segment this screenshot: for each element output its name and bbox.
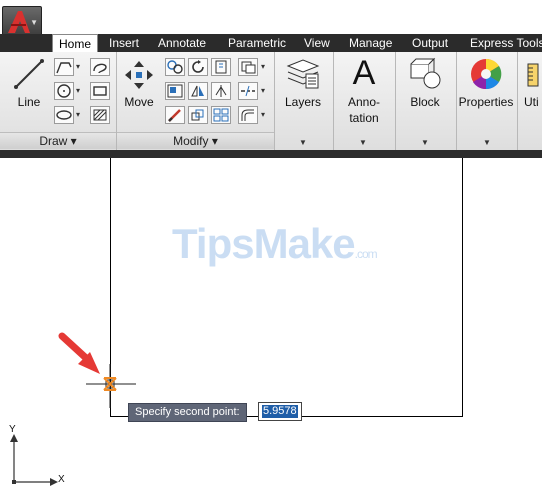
offset-icon[interactable] <box>238 106 258 124</box>
annotation-label[interactable]: Anno- <box>340 95 388 109</box>
spline-icon[interactable] <box>90 58 110 76</box>
command-prompt-tooltip: Specify second point: <box>128 403 247 422</box>
polyline-icon[interactable] <box>54 58 74 76</box>
chevron-down-icon[interactable]: ▾ <box>76 86 80 95</box>
properties-icon[interactable] <box>468 56 504 92</box>
explode-icon[interactable] <box>238 82 258 100</box>
chevron-down-icon[interactable]: ▾ <box>261 86 265 95</box>
watermark-text: TipsMake <box>172 220 356 267</box>
hatch-icon[interactable] <box>90 106 110 124</box>
viewport-header-strip <box>0 150 542 158</box>
modify-panel-title[interactable]: Modify ▾ <box>117 132 274 149</box>
properties-label[interactable]: Properties <box>456 95 516 109</box>
scale-icon[interactable] <box>165 106 185 124</box>
block-icon[interactable] <box>406 56 444 92</box>
tab-parametric[interactable]: Parametric <box>228 34 286 52</box>
crosshair-cursor-icon <box>86 364 136 408</box>
panel-separator <box>395 52 396 150</box>
tab-output[interactable]: Output <box>412 34 448 52</box>
copy-icon[interactable] <box>165 58 185 76</box>
ellipse-icon[interactable] <box>54 106 74 124</box>
block-label[interactable]: Block <box>404 95 446 109</box>
panel-separator <box>274 52 275 150</box>
layers-label[interactable]: Layers <box>280 95 326 109</box>
distance-input[interactable]: 5.9578 <box>258 402 302 421</box>
watermark-suffix: .com <box>354 247 378 261</box>
line-icon[interactable] <box>12 57 46 91</box>
tab-express-tools[interactable]: Express Tools <box>470 34 542 52</box>
chevron-down-icon: ▼ <box>30 18 38 27</box>
rectangular-array-icon[interactable] <box>211 106 231 124</box>
annotation-icon[interactable]: A <box>346 54 382 93</box>
watermark: TipsMake.com <box>172 220 378 268</box>
tab-home[interactable]: Home <box>52 34 99 52</box>
distance-value[interactable]: 5.9578 <box>262 405 298 418</box>
ucs-x-label: X <box>58 474 65 485</box>
annotation-label-line2[interactable]: tation <box>340 111 388 125</box>
panel-separator <box>517 52 518 150</box>
tab-bar-left <box>0 34 42 52</box>
tab-annotate[interactable]: Annotate <box>158 34 206 52</box>
circle-icon[interactable] <box>54 82 74 100</box>
chevron-down-icon[interactable]: ▼ <box>299 138 307 147</box>
chevron-down-icon[interactable]: ▾ <box>76 62 80 71</box>
mirror-icon[interactable] <box>188 82 208 100</box>
ucs-y-label: Y <box>9 424 16 435</box>
fillet-icon[interactable] <box>211 82 231 100</box>
draw-panel-title[interactable]: Draw ▾ <box>0 132 116 149</box>
tab-view[interactable]: View <box>304 34 330 52</box>
trim-icon[interactable] <box>211 58 231 76</box>
line-tool-label[interactable]: Line <box>14 95 44 109</box>
chevron-down-icon[interactable]: ▼ <box>483 138 491 147</box>
chevron-down-icon[interactable]: ▾ <box>261 62 265 71</box>
utilities-label[interactable]: Uti <box>524 95 542 109</box>
utilities-icon[interactable] <box>524 62 542 88</box>
ribbon-tab-bar: Home Insert Annotate Parametric View Man… <box>42 34 542 52</box>
array-icon[interactable] <box>188 106 208 124</box>
layers-icon[interactable] <box>284 56 322 92</box>
erase-icon[interactable] <box>238 58 258 76</box>
chevron-down-icon[interactable]: ▾ <box>76 110 80 119</box>
tab-manage[interactable]: Manage <box>349 34 392 52</box>
panel-separator <box>333 52 334 150</box>
autocad-logo-icon <box>8 11 30 33</box>
rotate-icon[interactable] <box>188 58 208 76</box>
drawn-rectangle <box>110 158 463 417</box>
tab-insert[interactable]: Insert <box>109 34 139 52</box>
title-bar <box>0 0 542 34</box>
move-icon[interactable] <box>122 58 156 92</box>
chevron-down-icon[interactable]: ▼ <box>421 138 429 147</box>
chevron-down-icon[interactable]: ▾ <box>261 110 265 119</box>
stretch-icon[interactable] <box>165 82 185 100</box>
rectangle-icon[interactable] <box>90 82 110 100</box>
move-tool-label[interactable]: Move <box>122 95 156 109</box>
chevron-down-icon[interactable]: ▼ <box>359 138 367 147</box>
